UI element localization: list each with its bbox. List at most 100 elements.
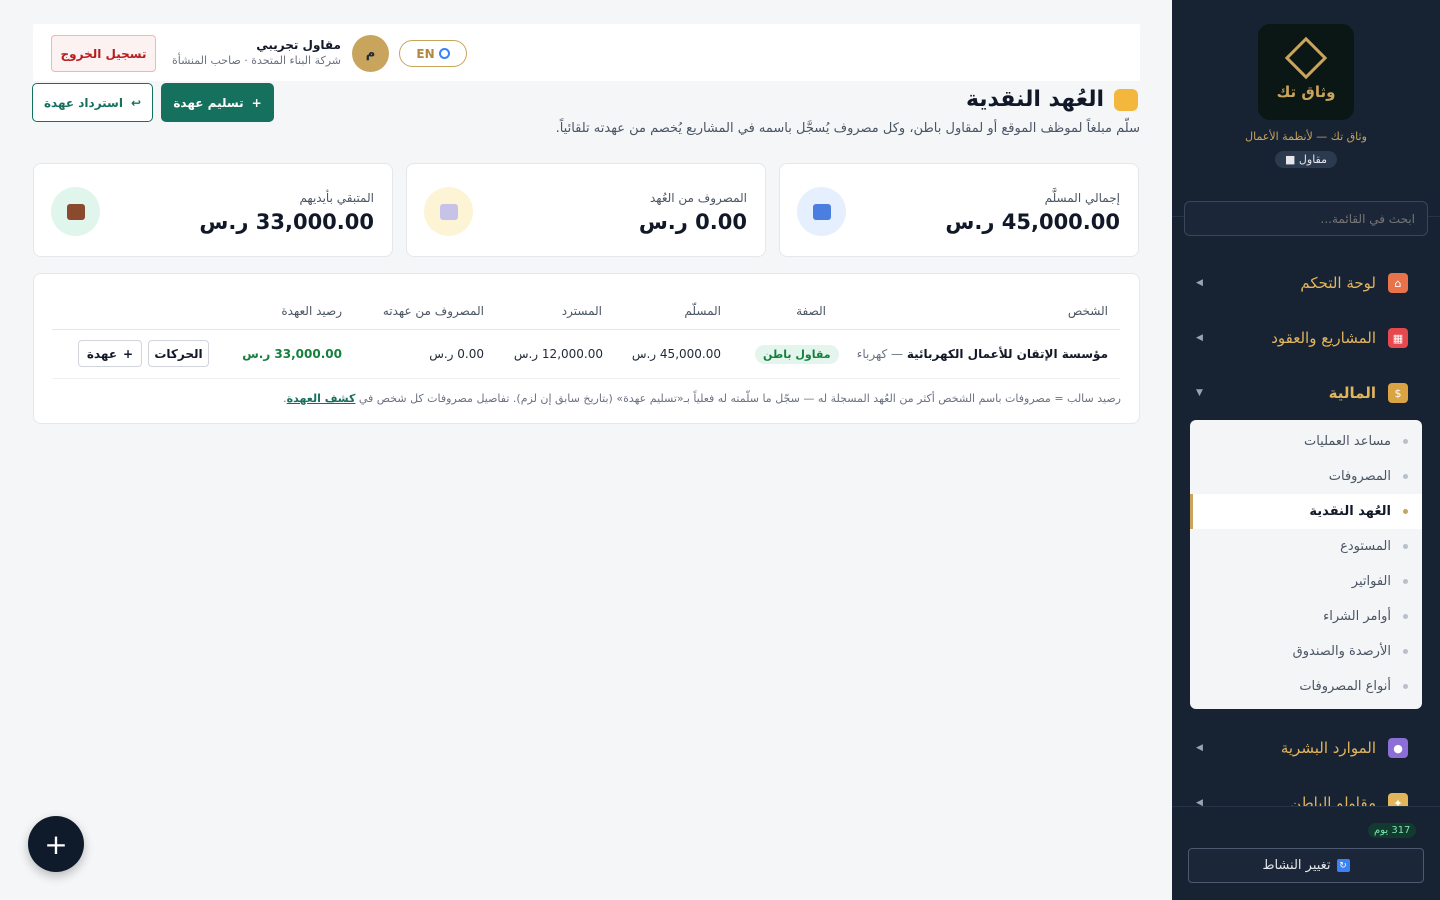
deliver-custody-label: تسليم عهدة xyxy=(173,95,244,110)
fab-add-button[interactable]: + xyxy=(28,816,84,872)
days-remaining-badge: 317 يوم xyxy=(1368,823,1417,838)
header-divider xyxy=(52,329,1120,330)
submenu-label: أنواع المصروفات xyxy=(1299,679,1391,694)
globe-icon xyxy=(438,48,450,59)
refresh-icon: ↻ xyxy=(1336,859,1350,872)
submenu-item-expense-types[interactable]: أنواع المصروفات xyxy=(1190,669,1422,704)
submenu-item-cash-custody[interactable]: العُهد النقدية xyxy=(1190,494,1422,529)
page-title: العُهد النقدية xyxy=(966,87,1138,112)
stat-value: 33,000.00 ر.س xyxy=(199,210,374,234)
nav-label: المشاريع والعقود xyxy=(1271,329,1376,347)
chevron-left-icon: ◀ xyxy=(1196,333,1203,343)
language-label: EN xyxy=(416,46,435,61)
nav-item-hr[interactable]: ● الموارد البشرية ◀ xyxy=(1172,728,1440,768)
sidebar-footer: 317 يوم ↻ تغيير النشاط xyxy=(1172,806,1440,900)
cell-person[interactable]: مؤسسة الإتقان للأعمال الكهربائية — كهربا… xyxy=(857,347,1108,361)
submenu-label: المستودع xyxy=(1340,539,1391,554)
submenu-label: المصروفات xyxy=(1328,469,1391,484)
bullet-icon xyxy=(1403,509,1408,514)
recover-custody-label: استرداد عهدة xyxy=(43,95,123,110)
submenu-item-operations-assistant[interactable]: مساعد العمليات xyxy=(1190,424,1422,459)
submenu-label: مساعد العمليات xyxy=(1303,434,1391,449)
handshake-icon xyxy=(1114,88,1138,111)
sidebar-search-input[interactable] xyxy=(1184,201,1428,236)
recover-custody-button[interactable]: ↩ استرداد عهدة xyxy=(32,83,153,122)
worker-icon: ● xyxy=(1388,738,1408,758)
bullet-icon xyxy=(1403,684,1408,689)
user-info: مقاول تجريبي شركة البناء المتحدة · صاحب … xyxy=(172,38,341,67)
stat-card-total-delivered: إجمالي المسلَّم 45,000.00 ر.س xyxy=(779,163,1139,257)
submenu-item-invoices[interactable]: الفواتير xyxy=(1190,564,1422,599)
person-trade: — كهرباء xyxy=(856,347,907,361)
stat-value: 45,000.00 ر.س xyxy=(945,210,1120,234)
note-text: رصيد سالب = مصروفات باسم الشخص أكثر من ا… xyxy=(355,392,1121,405)
column-header-person: الشخص xyxy=(1067,304,1108,318)
column-header-delivered: المسلّم xyxy=(684,304,721,318)
column-header-spent: المصروف من عهدته xyxy=(382,304,484,318)
nav-label: المالية xyxy=(1328,384,1376,402)
submenu-item-purchase-orders[interactable]: أوامر الشراء xyxy=(1190,599,1422,634)
submenu-label: أوامر الشراء xyxy=(1323,609,1391,624)
submenu-item-balances[interactable]: الأرصدة والصندوق xyxy=(1190,634,1422,669)
language-toggle-button[interactable]: EN xyxy=(399,40,467,67)
add-custody-label: عهدة xyxy=(86,346,118,361)
table-note: رصيد سالب = مصروفات باسم الشخص أكثر من ا… xyxy=(283,392,1121,405)
chevron-left-icon: ◀ xyxy=(1196,278,1203,288)
custody-table: الشخص الصفة المسلّم المسترد المصروف من ع… xyxy=(33,273,1140,424)
add-custody-button[interactable]: + عهدة xyxy=(78,340,142,367)
page-description: سلّم مبلغاً لموظف الموقع أو لمقاول باطن،… xyxy=(555,121,1140,136)
sidebar: وثاق تك وثاق تك — لأنظمة الأعمال مقاول ■… xyxy=(1172,0,1440,900)
page-title-text: العُهد النقدية xyxy=(965,87,1104,112)
nav-item-dashboard[interactable]: ⌂ لوحة التحكم ◀ xyxy=(1172,263,1440,303)
logo-mark-icon xyxy=(1284,36,1328,80)
brand-subtitle: وثاق تك — لأنظمة الأعمال xyxy=(1245,130,1367,143)
bullet-icon xyxy=(1403,649,1408,654)
topbar: EN م مقاول تجريبي شركة البناء المتحدة · … xyxy=(33,24,1140,81)
home-icon: ⌂ xyxy=(1388,273,1408,293)
stat-value: 0.00 ر.س xyxy=(638,210,747,234)
stat-label: المتبقي بأيديهم xyxy=(299,191,374,205)
chevron-down-icon: ▼ xyxy=(1196,388,1203,398)
logout-button[interactable]: تسجيل الخروج xyxy=(51,35,156,72)
avatar[interactable]: م xyxy=(352,35,389,72)
deliver-custody-button[interactable]: + تسليم عهدة xyxy=(161,83,274,122)
bullet-icon xyxy=(1403,614,1408,619)
user-company-role: شركة البناء المتحدة · صاحب المنشأة xyxy=(171,54,341,67)
nav-label: الموارد البشرية xyxy=(1280,739,1376,757)
row-divider xyxy=(52,378,1120,379)
stat-label: إجمالي المسلَّم xyxy=(1044,191,1120,205)
return-arrow-icon: ↩ xyxy=(130,95,142,110)
submenu-label: الفواتير xyxy=(1351,574,1391,589)
finance-submenu: مساعد العمليات المصروفات العُهد النقدية … xyxy=(1190,420,1422,709)
stat-card-spent: المصروف من العُهد 0.00 ر.س xyxy=(406,163,766,257)
submenu-label: العُهد النقدية xyxy=(1309,504,1391,519)
money-bag-icon: $ xyxy=(1388,383,1408,403)
nav-item-finance[interactable]: $ المالية ▼ xyxy=(1172,373,1440,413)
user-name: مقاول تجريبي xyxy=(256,38,341,52)
role-badge: مقاول ■ xyxy=(1274,151,1338,168)
cell-delivered: 45,000.00 ر.س xyxy=(631,347,721,361)
custody-statement-link[interactable]: كشف العهدة xyxy=(287,392,356,405)
submenu-item-warehouse[interactable]: المستودع xyxy=(1190,529,1422,564)
bullet-icon xyxy=(1403,544,1408,549)
briefcase-icon xyxy=(51,187,100,236)
outbox-icon xyxy=(797,187,846,236)
submenu-item-expenses[interactable]: المصروفات xyxy=(1190,459,1422,494)
logo[interactable]: وثاق تك xyxy=(1258,24,1354,120)
person-name: مؤسسة الإتقان للأعمال الكهربائية xyxy=(906,347,1108,361)
bullet-icon xyxy=(1403,579,1408,584)
movements-button[interactable]: الحركات xyxy=(148,340,209,367)
chevron-left-icon: ◀ xyxy=(1196,743,1203,753)
column-header-balance: رصيد العهدة xyxy=(281,304,342,318)
switch-activity-label: تغيير النشاط xyxy=(1262,858,1331,873)
construction-icon: ▦ xyxy=(1388,328,1408,348)
nav-label: لوحة التحكم xyxy=(1300,274,1376,292)
cell-recovered: 12,000.00 ر.س xyxy=(513,347,603,361)
plus-icon: + xyxy=(123,346,134,361)
switch-activity-button[interactable]: ↻ تغيير النشاط xyxy=(1188,848,1424,883)
bullet-icon xyxy=(1403,439,1408,444)
column-header-type: الصفة xyxy=(796,304,826,318)
stat-card-remaining: المتبقي بأيديهم 33,000.00 ر.س xyxy=(33,163,393,257)
nav-item-projects[interactable]: ▦ المشاريع والعقود ◀ xyxy=(1172,318,1440,358)
cell-spent: 0.00 ر.س xyxy=(429,347,484,361)
